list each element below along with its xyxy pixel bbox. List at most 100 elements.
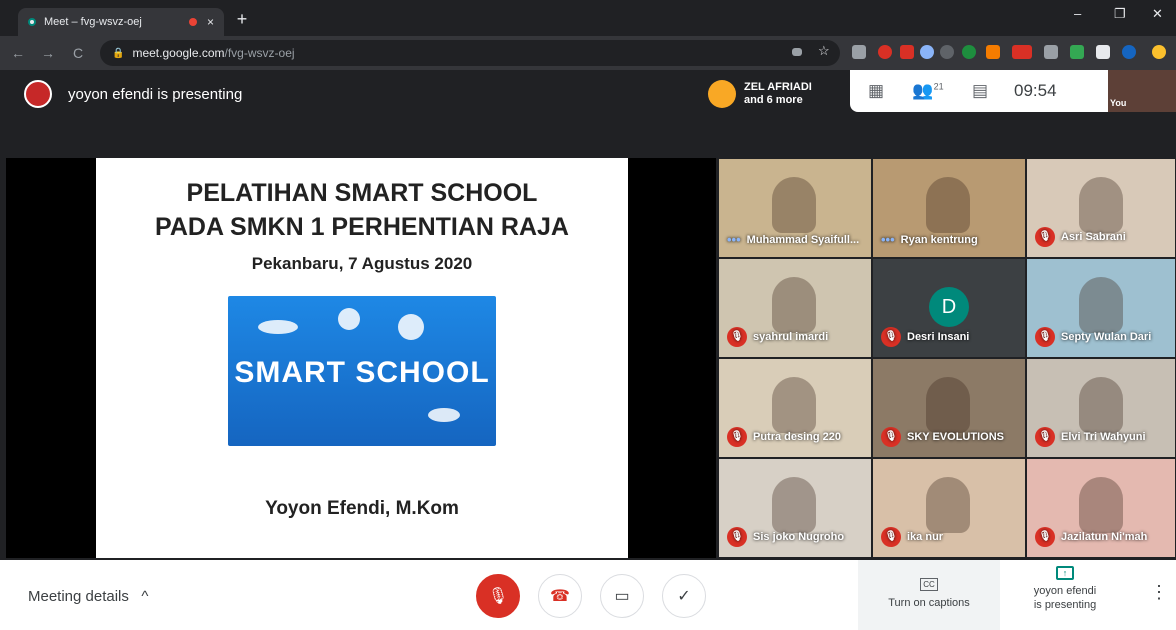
participant-tile[interactable]: 🎙 syahrul imardi bbox=[718, 258, 872, 358]
participant-tile[interactable]: ••• Muhammad Syaifull... bbox=[718, 158, 872, 258]
presenting-button[interactable]: ↑ yoyon efendi is presenting bbox=[1010, 566, 1120, 612]
participant-tile[interactable]: 🎙 Asri Sabrani bbox=[1026, 158, 1176, 258]
mic-off-icon: 🎙 bbox=[727, 327, 747, 347]
extension-check-button[interactable]: ✓ bbox=[662, 574, 706, 618]
participant-tile[interactable]: 🎙 ika nur bbox=[872, 458, 1026, 558]
meet-stage: yoyon efendi is presenting ZEL AFRIADI a… bbox=[0, 70, 1176, 560]
participant-name: Muhammad Syaifull... bbox=[746, 233, 860, 246]
participant-name: Sis joko Nugroho bbox=[753, 531, 845, 543]
participant-tile[interactable]: 🎙 Sis joko Nugroho bbox=[718, 458, 872, 558]
participant-video bbox=[772, 377, 817, 433]
blob-3 bbox=[398, 314, 424, 340]
url-bar[interactable]: 🔒 meet.google.com /fvg-wsvz-oej bbox=[100, 40, 840, 66]
back-button[interactable]: ← bbox=[6, 45, 30, 61]
slide-subtitle: Pekanbaru, 7 Agustus 2020 bbox=[251, 254, 473, 273]
participant-tile[interactable]: D 🎙 Desri Insani bbox=[872, 258, 1026, 358]
captions-button[interactable]: CC Turn on captions bbox=[858, 560, 1000, 630]
chevron-up-icon: ^ bbox=[133, 588, 149, 605]
participants-button[interactable]: 👥21 bbox=[902, 81, 954, 101]
participant-video bbox=[926, 377, 971, 433]
profile-avatar[interactable] bbox=[1122, 45, 1136, 59]
mic-off-icon: 🎙 bbox=[881, 327, 901, 347]
participant-tile[interactable]: 🎙 Elvi Tri Wahyuni bbox=[1026, 358, 1176, 458]
participant-video bbox=[772, 477, 817, 533]
badge-extension-icon[interactable] bbox=[1012, 45, 1032, 59]
grid-extension-icon[interactable] bbox=[1044, 45, 1058, 59]
mic-off-icon: 🎙 bbox=[1035, 327, 1055, 347]
participant-tile[interactable]: 🎙 SKY EVOLUTIONS bbox=[872, 358, 1026, 458]
speaker-avatar bbox=[708, 80, 736, 108]
participant-name-row: 🎙 Jazilatun Ni'mah bbox=[1035, 527, 1147, 547]
speaking-indicator-icon: ••• bbox=[727, 232, 741, 247]
self-view-tile[interactable]: You bbox=[1108, 70, 1176, 112]
meeting-details-label: Meeting details bbox=[28, 588, 129, 605]
reload-button[interactable]: C bbox=[66, 45, 90, 61]
sc-extension-icon[interactable] bbox=[986, 45, 1000, 59]
green-extension-icon[interactable] bbox=[962, 45, 976, 59]
participant-grid: ••• Muhammad Syaifull... ••• Ryan kentrung 🎙… bbox=[718, 158, 1176, 558]
tab-title: Meet – fvg-wsvz-oej bbox=[44, 16, 142, 28]
check-extension-icon[interactable] bbox=[1070, 45, 1084, 59]
check-icon: ✓ bbox=[677, 588, 691, 605]
puzzle-icon[interactable] bbox=[1096, 45, 1110, 59]
mic-off-icon: 🎙 bbox=[881, 427, 901, 447]
red-extension-icon[interactable] bbox=[878, 45, 892, 59]
meeting-details-button[interactable]: Meeting details ^ bbox=[28, 588, 148, 605]
participant-name: Asri Sabrani bbox=[1061, 231, 1126, 243]
participant-name-row: 🎙 Sis joko Nugroho bbox=[727, 527, 844, 547]
participant-video bbox=[926, 177, 971, 233]
slide-title-line1: PELATIHAN SMART SCHOOL bbox=[186, 179, 538, 207]
presenter-banner: yoyon efendi is presenting bbox=[24, 80, 242, 108]
participant-tile[interactable]: 🎙 Jazilatun Ni'mah bbox=[1026, 458, 1176, 558]
blob-2 bbox=[338, 308, 360, 330]
more-options-icon[interactable]: ⋮ bbox=[1150, 582, 1168, 603]
new-tab-button[interactable]: + bbox=[232, 10, 252, 30]
blob-4 bbox=[428, 408, 460, 422]
participant-video bbox=[1078, 477, 1123, 533]
speaker-name: ZEL AFRIADI bbox=[744, 81, 812, 93]
browser-tab[interactable]: Meet – fvg-wsvz-oej × bbox=[18, 8, 224, 36]
participant-name-row: ••• Ryan kentrung bbox=[881, 232, 978, 247]
self-label: You bbox=[1110, 98, 1127, 108]
participant-name: Desri Insani bbox=[907, 331, 970, 343]
leave-call-button[interactable]: ☎ bbox=[538, 574, 582, 618]
captions-label: Turn on captions bbox=[888, 597, 970, 609]
menu-extension-icon[interactable] bbox=[1152, 45, 1166, 59]
url-path: /fvg-wsvz-oej bbox=[224, 46, 295, 60]
cc-icon: CC bbox=[920, 578, 938, 591]
minimize-button[interactable]: – bbox=[1074, 6, 1081, 21]
mic-off-icon: 🎙 bbox=[1035, 427, 1055, 447]
adblock-icon[interactable] bbox=[900, 45, 914, 59]
participant-name-row: 🎙 SKY EVOLUTIONS bbox=[881, 427, 1004, 447]
smart-school-image: SMART SCHOOL bbox=[228, 296, 496, 446]
speaker-more: and 6 more bbox=[744, 94, 803, 106]
camera-icon[interactable] bbox=[792, 48, 802, 56]
window-close-button[interactable]: ✕ bbox=[1152, 6, 1163, 22]
blue-extension-icon[interactable] bbox=[920, 45, 934, 59]
camera-toggle-button[interactable]: ▭ bbox=[600, 574, 644, 618]
participant-name-row: 🎙 syahrul imardi bbox=[727, 327, 828, 347]
participant-tile[interactable]: 🎙 Putra desing 220 bbox=[718, 358, 872, 458]
star-icon[interactable]: ☆ bbox=[818, 43, 832, 58]
clock-time: 09:54 bbox=[1014, 81, 1057, 100]
recording-indicator-icon bbox=[188, 18, 197, 26]
browser-tab-bar: Meet – fvg-wsvz-oej × + – ❐ ✕ bbox=[0, 0, 1176, 36]
participant-video bbox=[926, 477, 971, 533]
slide-title-line2: PADA SMKN 1 PERHENTIAN RAJA bbox=[155, 213, 569, 241]
maximize-button[interactable]: ❐ bbox=[1114, 6, 1126, 22]
participant-name: Ryan kentrung bbox=[900, 233, 978, 246]
tab-close-icon[interactable]: × bbox=[207, 15, 214, 29]
layout-grid-icon[interactable]: ▦ bbox=[850, 81, 902, 101]
forward-button[interactable]: → bbox=[36, 45, 60, 61]
grey-extension-icon[interactable] bbox=[940, 45, 954, 59]
lock-icon: 🔒 bbox=[112, 47, 125, 59]
participant-tile[interactable]: 🎙 Septy Wulan Dari bbox=[1026, 258, 1176, 358]
qr-extension-icon[interactable] bbox=[852, 45, 866, 59]
chat-icon[interactable]: ▤ bbox=[954, 81, 1006, 101]
participant-tile[interactable]: ••• Ryan kentrung bbox=[872, 158, 1026, 258]
mic-toggle-button[interactable]: 🎙 bbox=[476, 574, 520, 618]
meet-favicon-icon bbox=[28, 18, 36, 26]
participant-video bbox=[1078, 377, 1123, 433]
participant-name: Jazilatun Ni'mah bbox=[1061, 531, 1148, 543]
presentation-slide: PELATIHAN SMART SCHOOL PADA SMKN 1 PERHE… bbox=[96, 158, 628, 558]
